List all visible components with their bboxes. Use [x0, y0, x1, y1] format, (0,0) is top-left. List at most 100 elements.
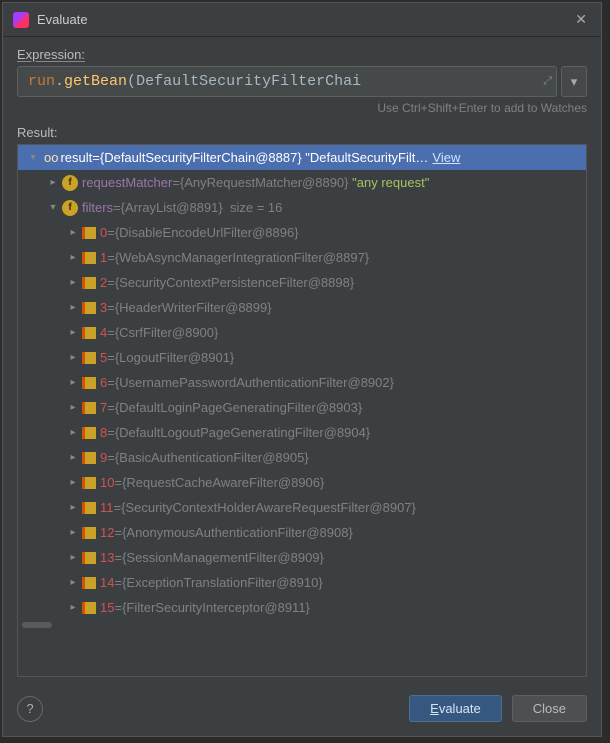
node-value: {ExceptionTranslationFilter@8910} — [122, 575, 323, 590]
view-link[interactable]: View — [432, 150, 460, 165]
eq: = — [107, 350, 115, 365]
tree-item[interactable]: 4 = {CsrfFilter@8900} — [18, 320, 586, 345]
field-icon: f — [62, 200, 78, 216]
node-value: {AnonymousAuthenticationFilter@8908} — [122, 525, 353, 540]
tree-field-filters[interactable]: f filters = {ArrayList@8891} size = 16 — [18, 195, 586, 220]
expr-var: run — [28, 73, 55, 90]
node-index: 9 — [100, 450, 107, 465]
tree-item[interactable]: 2 = {SecurityContextPersistenceFilter@88… — [18, 270, 586, 295]
result-label: Result: — [17, 125, 587, 140]
element-icon — [82, 252, 96, 264]
result-tree[interactable]: oo result = {DefaultSecurityFilterChain@… — [17, 144, 587, 677]
tree-item[interactable]: 8 = {DefaultLogoutPageGeneratingFilter@8… — [18, 420, 586, 445]
element-icon — [82, 277, 96, 289]
close-button[interactable]: Close — [512, 695, 587, 722]
chevron-right-icon[interactable] — [66, 302, 80, 313]
node-index: 12 — [100, 525, 114, 540]
node-index: 4 — [100, 325, 107, 340]
chevron-right-icon[interactable] — [66, 477, 80, 488]
node-index: 13 — [100, 550, 114, 565]
field-icon: f — [62, 175, 78, 191]
tree-item[interactable]: 15 = {FilterSecurityInterceptor@8911} — [18, 595, 586, 620]
eq: = — [107, 225, 115, 240]
element-icon — [82, 502, 96, 514]
chevron-down-icon[interactable] — [26, 152, 40, 163]
chevron-right-icon[interactable] — [66, 527, 80, 538]
node-name: result — [60, 150, 92, 165]
node-index: 1 — [100, 250, 107, 265]
expr-paren: ( — [127, 73, 136, 90]
chevron-right-icon[interactable] — [66, 452, 80, 463]
tree-item[interactable]: 5 = {LogoutFilter@8901} — [18, 345, 586, 370]
chevron-right-icon[interactable] — [66, 377, 80, 388]
horizontal-scrollbar[interactable] — [18, 620, 586, 630]
node-value: {WebAsyncManagerIntegrationFilter@8897} — [115, 250, 369, 265]
chevron-right-icon[interactable] — [66, 252, 80, 263]
node-index: 7 — [100, 400, 107, 415]
tree-item[interactable]: 3 = {HeaderWriterFilter@8899} — [18, 295, 586, 320]
eq: = — [107, 300, 115, 315]
help-button[interactable]: ? — [17, 696, 43, 722]
tree-item[interactable]: 6 = {UsernamePasswordAuthenticationFilte… — [18, 370, 586, 395]
tree-item[interactable]: 11 = {SecurityContextHolderAwareRequestF… — [18, 495, 586, 520]
chevron-right-icon[interactable] — [66, 227, 80, 238]
chevron-right-icon[interactable] — [46, 177, 60, 188]
tree-item[interactable]: 0 = {DisableEncodeUrlFilter@8896} — [18, 220, 586, 245]
node-value: {UsernamePasswordAuthenticationFilter@89… — [115, 375, 394, 390]
expression-input[interactable]: run.getBean(DefaultSecurityFilterChai ⤢ — [17, 66, 557, 97]
element-icon — [82, 602, 96, 614]
eq: = — [114, 525, 122, 540]
chevron-right-icon[interactable] — [66, 277, 80, 288]
tree-item[interactable]: 14 = {ExceptionTranslationFilter@8910} — [18, 570, 586, 595]
expression-history-dropdown[interactable]: ▾ — [561, 66, 587, 97]
node-value: {DefaultLogoutPageGeneratingFilter@8904} — [115, 425, 370, 440]
eq: = — [114, 575, 122, 590]
tree-root[interactable]: oo result = {DefaultSecurityFilterChain@… — [18, 145, 586, 170]
expression-label: Expression: — [17, 47, 587, 62]
eq: = — [107, 325, 115, 340]
node-value: {ArrayList@8891} — [121, 200, 223, 215]
node-index: 14 — [100, 575, 114, 590]
node-name: filters — [82, 200, 113, 215]
eq: = — [114, 550, 122, 565]
chevron-right-icon[interactable] — [66, 427, 80, 438]
tree-item[interactable]: 9 = {BasicAuthenticationFilter@8905} — [18, 445, 586, 470]
tree-item[interactable]: 1 = {WebAsyncManagerIntegrationFilter@88… — [18, 245, 586, 270]
evaluate-dialog: Evaluate ✕ Expression: run.getBean(Defau… — [2, 2, 602, 737]
node-index: 10 — [100, 475, 114, 490]
chevron-right-icon[interactable] — [66, 502, 80, 513]
node-text: "any request" — [352, 175, 429, 190]
app-icon — [13, 12, 29, 28]
tree-field-requestmatcher[interactable]: f requestMatcher = {AnyRequestMatcher@88… — [18, 170, 586, 195]
tree-item[interactable]: 12 = {AnonymousAuthenticationFilter@8908… — [18, 520, 586, 545]
chevron-right-icon[interactable] — [66, 402, 80, 413]
chevron-right-icon[interactable] — [66, 577, 80, 588]
chevron-right-icon[interactable] — [66, 327, 80, 338]
expand-icon[interactable]: ⤢ — [543, 76, 552, 88]
node-index: 2 — [100, 275, 107, 290]
node-value: {SecurityContextHolderAwareRequestFilter… — [121, 500, 416, 515]
tree-item[interactable]: 13 = {SessionManagementFilter@8909} — [18, 545, 586, 570]
chevron-right-icon[interactable] — [66, 602, 80, 613]
node-value: {RequestCacheAwareFilter@8906} — [122, 475, 324, 490]
glasses-icon: oo — [44, 150, 58, 165]
eq: = — [107, 375, 115, 390]
element-icon — [82, 352, 96, 364]
eq: = — [114, 500, 122, 515]
element-icon — [82, 527, 96, 539]
tree-item[interactable]: 7 = {DefaultLoginPageGeneratingFilter@89… — [18, 395, 586, 420]
node-value: {DefaultLoginPageGeneratingFilter@8903} — [115, 400, 362, 415]
close-icon[interactable]: ✕ — [571, 9, 591, 30]
chevron-right-icon[interactable] — [66, 552, 80, 563]
evaluate-button[interactable]: Evaluate — [409, 695, 502, 722]
element-icon — [82, 302, 96, 314]
eq: = — [114, 475, 122, 490]
expr-method: getBean — [64, 73, 127, 90]
titlebar[interactable]: Evaluate ✕ — [3, 3, 601, 37]
button-row: ? Evaluate Close — [3, 687, 601, 736]
expr-class: DefaultSecurityFilterChai — [136, 73, 361, 90]
chevron-down-icon[interactable] — [46, 202, 60, 213]
node-value: {AnyRequestMatcher@8890} — [180, 175, 349, 190]
tree-item[interactable]: 10 = {RequestCacheAwareFilter@8906} — [18, 470, 586, 495]
chevron-right-icon[interactable] — [66, 352, 80, 363]
